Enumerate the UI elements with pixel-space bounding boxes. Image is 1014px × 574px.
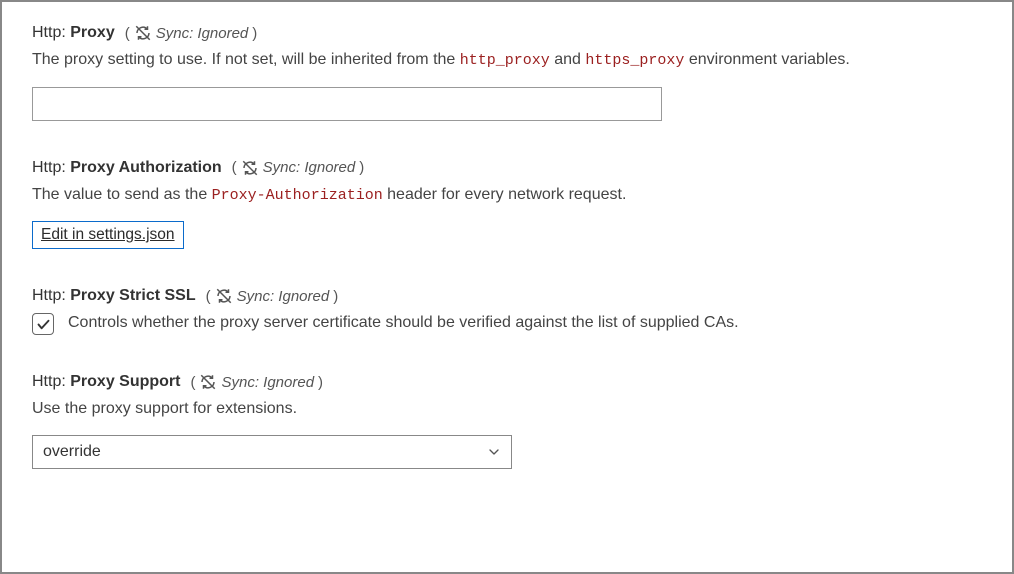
sync-ignored-badge: ( Sync: Ignored ): [190, 373, 323, 391]
sync-ignored-icon: [134, 24, 152, 42]
setting-http-proxy-support: Http: Proxy Support ( Sync: Ignored ) Us…: [32, 373, 982, 469]
sync-ignored-icon: [199, 373, 217, 391]
proxy-support-select-wrap: override: [32, 435, 512, 469]
setting-prefix: Http:: [32, 159, 66, 176]
setting-title-row: Http: Proxy Strict SSL ( Sync: Ignored ): [32, 287, 982, 305]
setting-prefix: Http:: [32, 373, 66, 390]
setting-description: Controls whether the proxy server certif…: [68, 311, 739, 335]
setting-name: Proxy: [70, 24, 114, 41]
sync-ignored-badge: ( Sync: Ignored ): [232, 159, 365, 177]
sync-ignored-icon: [215, 287, 233, 305]
setting-name: Proxy Authorization: [70, 159, 221, 176]
setting-name: Proxy Strict SSL: [70, 287, 195, 304]
setting-description: The proxy setting to use. If not set, wi…: [32, 48, 982, 73]
check-icon: [36, 317, 51, 332]
setting-title: Http: Proxy: [32, 24, 115, 42]
setting-http-proxy: Http: Proxy ( Sync: Ignored ) The proxy …: [32, 24, 982, 121]
edit-in-settings-json-link[interactable]: Edit in settings.json: [32, 221, 184, 249]
proxy-support-select[interactable]: override: [32, 435, 512, 469]
sync-label: Sync: Ignored: [237, 288, 330, 305]
code-http-proxy: http_proxy: [460, 52, 550, 69]
setting-http-proxy-strict-ssl: Http: Proxy Strict SSL ( Sync: Ignored ): [32, 287, 982, 335]
settings-panel: Http: Proxy ( Sync: Ignored ) The proxy …: [0, 0, 1014, 574]
setting-name: Proxy Support: [70, 373, 180, 390]
setting-prefix: Http:: [32, 287, 66, 304]
sync-ignored-badge: ( Sync: Ignored ): [206, 287, 339, 305]
select-value: override: [43, 443, 101, 461]
setting-title: Http: Proxy Strict SSL: [32, 287, 196, 305]
sync-label: Sync: Ignored: [221, 374, 314, 391]
setting-description: The value to send as the Proxy-Authoriza…: [32, 183, 982, 208]
sync-ignored-badge: ( Sync: Ignored ): [125, 24, 258, 42]
setting-title: Http: Proxy Authorization: [32, 159, 222, 177]
setting-title: Http: Proxy Support: [32, 373, 180, 391]
setting-prefix: Http:: [32, 24, 66, 41]
setting-description: Use the proxy support for extensions.: [32, 397, 982, 421]
setting-http-proxy-authorization: Http: Proxy Authorization ( Sync: Ignore…: [32, 159, 982, 250]
sync-label: Sync: Ignored: [156, 25, 249, 42]
proxy-strict-ssl-checkbox[interactable]: [32, 313, 54, 335]
setting-title-row: Http: Proxy Support ( Sync: Ignored ): [32, 373, 982, 391]
sync-ignored-icon: [241, 159, 259, 177]
checkbox-row: Controls whether the proxy server certif…: [32, 311, 982, 335]
code-https-proxy: https_proxy: [585, 52, 684, 69]
proxy-input[interactable]: [32, 87, 662, 121]
setting-title-row: Http: Proxy Authorization ( Sync: Ignore…: [32, 159, 982, 177]
setting-title-row: Http: Proxy ( Sync: Ignored ): [32, 24, 982, 42]
sync-label: Sync: Ignored: [263, 159, 356, 176]
code-proxy-authorization: Proxy-Authorization: [212, 187, 383, 204]
